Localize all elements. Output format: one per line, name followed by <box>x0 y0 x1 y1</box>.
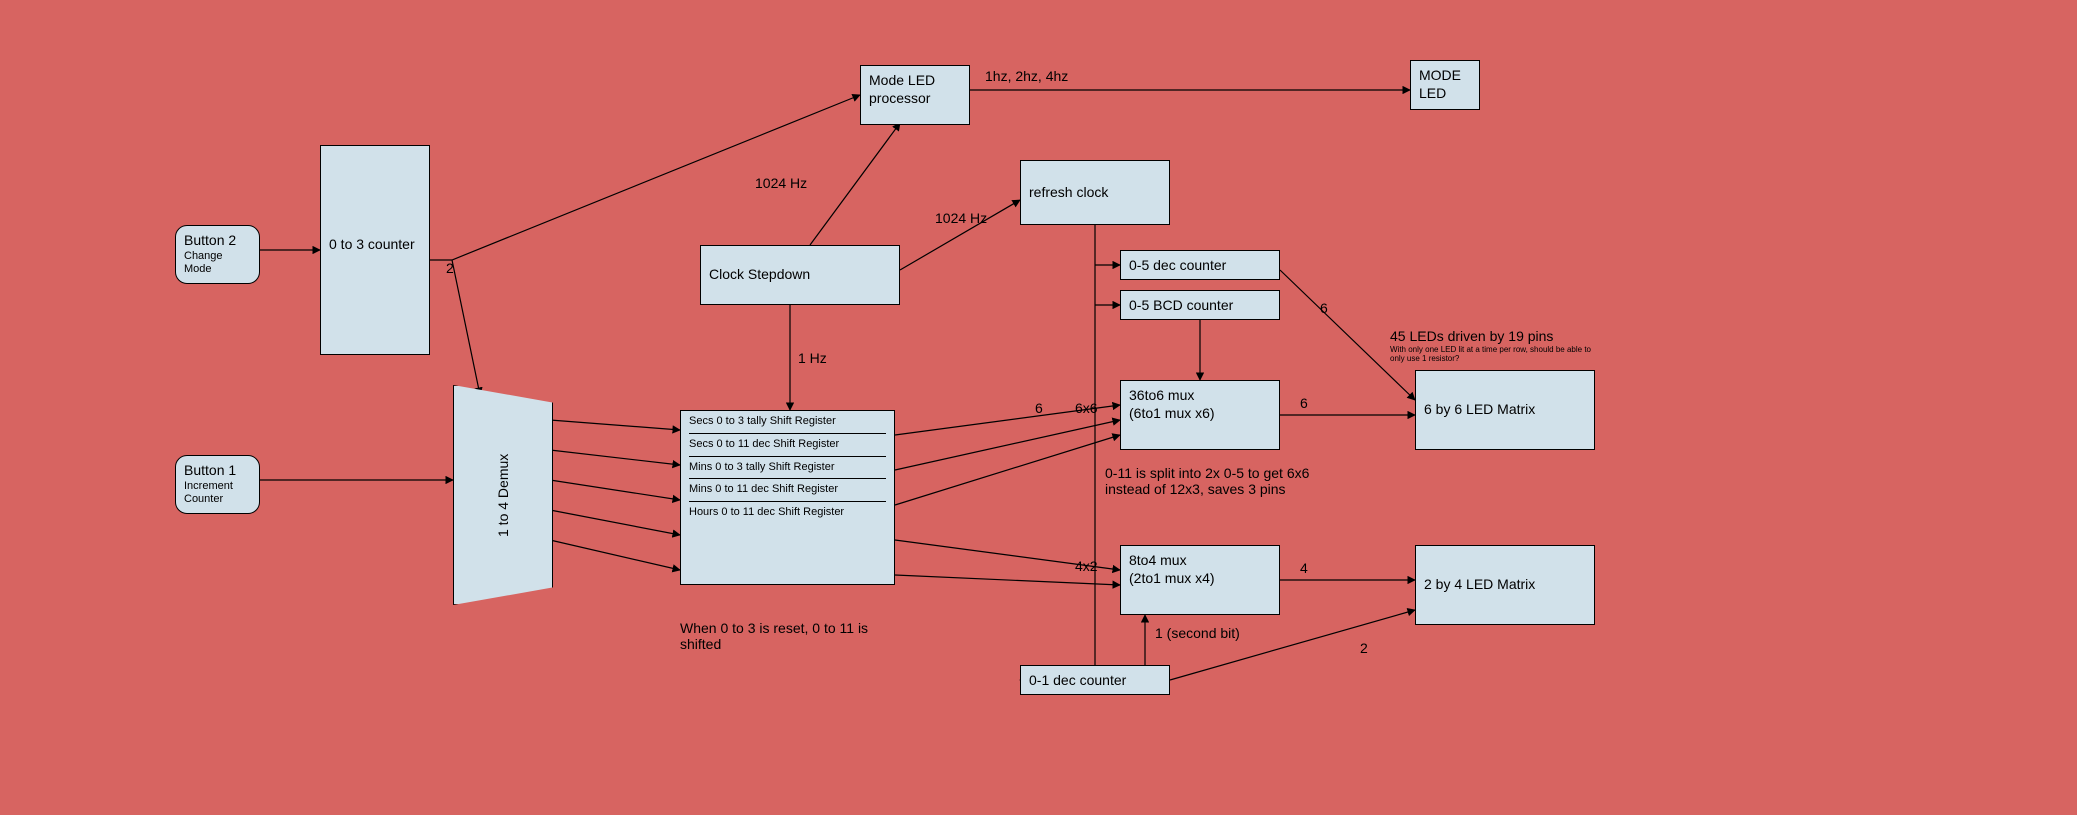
button-1-block: Button 1 Increment Counter <box>175 455 260 514</box>
dec-counter-0-1-block: 0-1 dec counter <box>1020 665 1170 695</box>
sr-row-4: Hours 0 to 11 dec Shift Register <box>689 501 886 520</box>
demux-1-4-label: 1 to 4 Demux <box>495 453 511 536</box>
edge-label-6x6: 6x6 <box>1075 400 1098 416</box>
edge-label-1hz: 1 Hz <box>798 350 827 366</box>
edge-label-4: 4 <box>1300 560 1308 576</box>
sr-row-1: Secs 0 to 11 dec Shift Register <box>689 433 886 452</box>
clock-stepdown-block: Clock Stepdown <box>700 245 900 305</box>
note-matrix-sub: With only one LED lit at a time per row,… <box>1390 346 1600 364</box>
edge-label-6b: 6 <box>1300 395 1308 411</box>
edge-label-hzmodes: 1hz, 2hz, 4hz <box>985 68 1068 84</box>
edge-label-2: 2 <box>1360 640 1368 656</box>
mux-36to6-sub: (6to1 mux x6) <box>1129 405 1271 423</box>
edge-label-4x2: 4x2 <box>1075 558 1098 574</box>
note-pin-save: 0-11 is split into 2x 0-5 to get 6x6 ins… <box>1105 465 1315 497</box>
edge-label-1024-b: 1024 Hz <box>935 210 987 226</box>
bcd-counter-0-5-label: 0-5 BCD counter <box>1129 297 1233 313</box>
mux-36to6-title: 36to6 mux <box>1129 387 1271 405</box>
sr-row-2: Mins 0 to 3 tally Shift Register <box>689 456 886 475</box>
sr-row-0: Secs 0 to 3 tally Shift Register <box>689 415 886 429</box>
mode-led-proc-label: Mode LED processor <box>869 72 935 106</box>
mux-8to4-block: 8to4 mux (2to1 mux x4) <box>1120 545 1280 615</box>
button-1-sub: Increment Counter <box>184 480 251 508</box>
bcd-counter-0-5-block: 0-5 BCD counter <box>1120 290 1280 320</box>
matrix-2x4-block: 2 by 4 LED Matrix <box>1415 545 1595 625</box>
counter-0-3-block: 0 to 3 counter <box>320 145 430 355</box>
mux-8to4-title: 8to4 mux <box>1129 552 1271 570</box>
counter-0-3-label: 0 to 3 counter <box>329 236 415 254</box>
edge-label-6c: 6 <box>1320 300 1328 316</box>
edge-label-6: 6 <box>1035 400 1043 416</box>
clock-stepdown-label: Clock Stepdown <box>709 266 810 284</box>
matrix-6x6-label: 6 by 6 LED Matrix <box>1424 401 1535 419</box>
demux-1-4-block: 1 to 4 Demux <box>453 385 553 605</box>
sr-row-3: Mins 0 to 11 dec Shift Register <box>689 478 886 497</box>
button-2-sub: Change Mode <box>184 250 251 278</box>
edge-label-1024-a: 1024 Hz <box>755 175 807 191</box>
mode-led-block: MODE LED <box>1410 60 1480 110</box>
button-2-block: Button 2 Change Mode <box>175 225 260 284</box>
button-1-title: Button 1 <box>184 462 251 480</box>
mux-8to4-sub: (2to1 mux x4) <box>1129 570 1271 588</box>
button-2-title: Button 2 <box>184 232 251 250</box>
matrix-2x4-label: 2 by 4 LED Matrix <box>1424 576 1535 594</box>
refresh-clock-block: refresh clock <box>1020 160 1170 225</box>
edge-label-counter-out: 2 <box>446 260 454 276</box>
shift-registers-block: Secs 0 to 3 tally Shift Register Secs 0 … <box>680 410 895 585</box>
note-matrix-hdr: 45 LEDs driven by 19 pins <box>1390 328 1553 344</box>
mode-led-label: MODE LED <box>1419 67 1461 101</box>
mux-36to6-block: 36to6 mux (6to1 mux x6) <box>1120 380 1280 450</box>
dec-counter-0-1-label: 0-1 dec counter <box>1029 672 1126 688</box>
edge-label-secbit: 1 (second bit) <box>1155 625 1240 641</box>
dec-counter-0-5-label: 0-5 dec counter <box>1129 257 1226 273</box>
mode-led-proc-block: Mode LED processor <box>860 65 970 125</box>
refresh-clock-label: refresh clock <box>1029 184 1108 202</box>
note-reset-shift: When 0 to 3 is reset, 0 to 11 is shifted <box>680 620 910 652</box>
dec-counter-0-5-block: 0-5 dec counter <box>1120 250 1280 280</box>
matrix-6x6-block: 6 by 6 LED Matrix <box>1415 370 1595 450</box>
